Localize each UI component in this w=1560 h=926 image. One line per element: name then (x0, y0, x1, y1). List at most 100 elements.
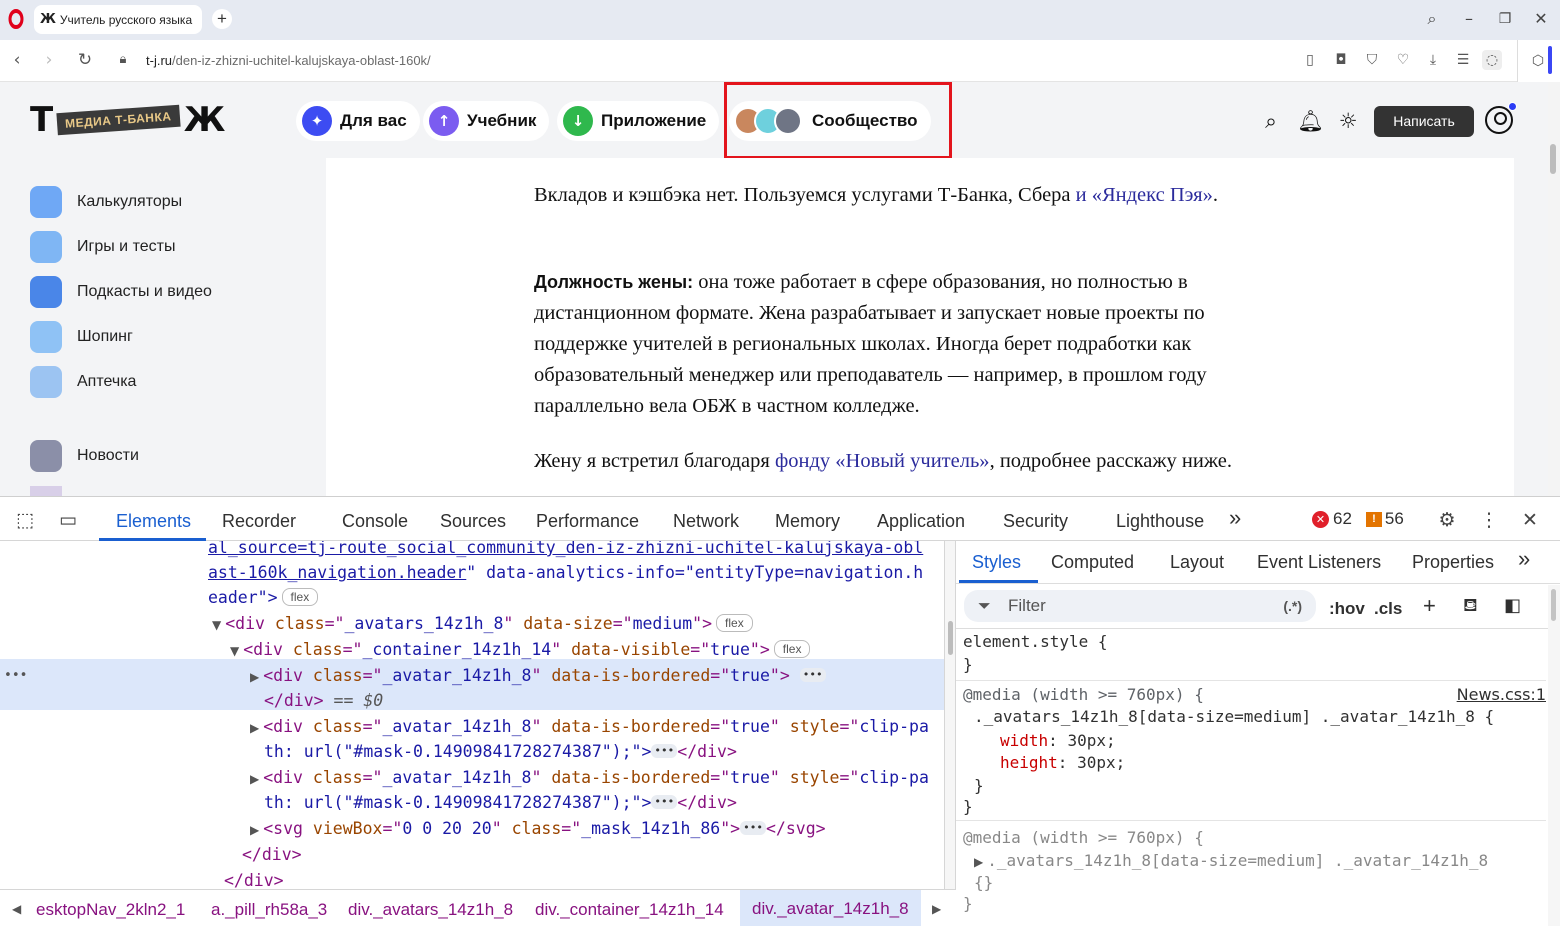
tab-styles[interactable]: Styles (972, 552, 1021, 573)
sidebar-toggle-icon[interactable]: ◧ (1504, 595, 1521, 616)
dom-line[interactable]: </div> == $0 (264, 688, 383, 713)
dom-line[interactable]: eader"> flex (208, 585, 319, 610)
tab-console[interactable]: Console (342, 511, 408, 532)
extensions-cube-icon[interactable]: ⬡ (1528, 51, 1548, 71)
tab-sources[interactable]: Sources (440, 511, 506, 532)
dom-line[interactable]: </div> (242, 842, 302, 867)
source-link[interactable]: News.css:1 (1457, 685, 1546, 704)
tab-performance[interactable]: Performance (536, 511, 639, 532)
paint-icon[interactable]: ⛾ (1463, 595, 1478, 619)
tab-computed[interactable]: Computed (1051, 552, 1134, 573)
new-teacher-fund-link[interactable]: фонду «Новый учитель» (775, 450, 990, 472)
issue-counts[interactable]: ✕ 62 ! 56 (1312, 509, 1404, 529)
dom-line-avatar-selected[interactable]: ▶ <div class="_avatar_14z1h_8" data-is-bo… (250, 663, 826, 688)
sidebar-item-calculators[interactable]: Калькуляторы (30, 186, 182, 218)
new-tab-button[interactable]: + (212, 9, 232, 29)
css-declaration[interactable]: height: 30px; (1000, 751, 1125, 774)
collapsed-dots[interactable]: ••• (651, 795, 678, 809)
flex-badge[interactable]: flex (716, 614, 753, 632)
crumb-left-arrow-icon[interactable]: ◀ (12, 902, 21, 916)
elements-scrollbar[interactable] (944, 541, 956, 889)
node-more-icon[interactable]: ••• (4, 663, 27, 688)
more-tabs-icon[interactable]: » (1518, 546, 1530, 572)
flex-badge[interactable]: flex (281, 588, 319, 606)
nav-pill-textbook[interactable]: ↑ Учебник (423, 101, 550, 141)
close-window-icon[interactable]: ✕ (1528, 7, 1554, 31)
scrollbar-thumb[interactable] (1550, 144, 1556, 174)
tab-network[interactable]: Network (673, 511, 739, 532)
tab-lighthouse[interactable]: Lighthouse (1116, 511, 1204, 532)
tab-layout[interactable]: Layout (1170, 552, 1224, 573)
nav-pill-for-you[interactable]: ✦ Для вас (296, 101, 420, 141)
collapsed-dots[interactable]: ••• (799, 668, 826, 682)
scrollbar-thumb[interactable] (948, 621, 953, 655)
back-icon[interactable]: ‹ (6, 49, 28, 71)
regex-toggle[interactable]: (.*) (1283, 590, 1302, 622)
search-icon[interactable]: ⌕ (1258, 108, 1284, 134)
attr-value-link[interactable]: al_source=tj-route_social_community_den-… (208, 541, 923, 557)
user-icon[interactable] (1485, 106, 1513, 134)
crumb-right-arrow-icon[interactable]: ▶ (932, 902, 941, 916)
download-icon[interactable]: ⤓ (1423, 50, 1443, 70)
crumb-item-selected[interactable]: div._avatar_14z1h_8 (740, 890, 921, 926)
yandex-pay-link[interactable]: и «Яндекс Пэя» (1076, 184, 1213, 206)
tab-elements[interactable]: Elements (116, 511, 191, 532)
opera-logo-icon[interactable] (8, 9, 24, 29)
dom-line[interactable]: ast-160k_navigation.header" data-analyti… (208, 560, 923, 585)
heart-icon[interactable]: ♡ (1393, 50, 1413, 70)
collapsed-dots[interactable]: ••• (740, 821, 766, 835)
sidebar-item-pharmacy[interactable]: Аптечка (30, 366, 136, 398)
tab-application[interactable]: Application (877, 511, 965, 532)
bell-icon[interactable]: 🔔︎ (1297, 108, 1324, 134)
settings-gear-icon[interactable]: ⚙ (1434, 507, 1460, 533)
crumb-item[interactable]: esktopNav_2kln2_1 (36, 900, 185, 920)
lock-icon[interactable]: 🔒︎ (112, 49, 134, 71)
attr-value-link[interactable]: ast-160k_navigation.header (208, 563, 466, 582)
minimize-icon[interactable]: – (1456, 7, 1482, 31)
scrollbar-thumb[interactable] (1551, 589, 1556, 621)
collapsed-dots[interactable]: ••• (651, 744, 678, 758)
dom-line-container[interactable]: ▼ <div class="_container_14z1h_14" data-v… (230, 637, 811, 662)
dom-line-avatar[interactable]: ▶ <div class="_avatar_14z1h_8" data-is-bo… (250, 765, 929, 790)
sidebar-item-games[interactable]: Игры и тесты (30, 231, 175, 263)
dom-line[interactable]: al_source=tj-route_social_community_den-… (208, 541, 923, 560)
sidebar-item-shopping[interactable]: Шопинг (30, 321, 133, 353)
sidebar-item-news[interactable]: Новости (30, 440, 139, 472)
css-declaration[interactable]: width: 30px; (1000, 729, 1116, 752)
tj-logo[interactable]: Т МЕДИА Т-БАНКА Ж (30, 103, 225, 137)
url-field[interactable]: t-j.ru/den-iz-zhizni-uchitel-kalujskaya-… (146, 53, 431, 68)
styles-filter-input[interactable]: ⏷ Filter (.*) (964, 590, 1316, 622)
styles-scrollbar[interactable] (1548, 585, 1560, 926)
tab-event-listeners[interactable]: Event Listeners (1257, 552, 1381, 573)
snapshot-icon[interactable]: ◘ (1331, 50, 1351, 70)
sidebar-item-podcasts[interactable]: Подкасты и видео (30, 276, 212, 308)
elements-tree[interactable]: ••• al_source=tj-route_social_community_… (0, 541, 944, 889)
flex-badge[interactable]: flex (773, 640, 811, 658)
close-devtools-icon[interactable]: ✕ (1517, 507, 1543, 533)
maximize-icon[interactable]: ❐ (1492, 7, 1518, 31)
write-button[interactable]: Написать (1374, 106, 1474, 137)
hov-toggle[interactable]: :hov (1329, 599, 1365, 619)
theme-sun-icon[interactable]: ☼ (1335, 108, 1361, 134)
browser-tab[interactable]: Ж Учитель русского языка (34, 5, 202, 34)
new-rule-plus-icon[interactable]: + (1423, 593, 1436, 619)
dom-line[interactable]: th: url("#mask-0.14909841728274387");"> •… (264, 790, 737, 815)
tab-security[interactable]: Security (1003, 511, 1068, 532)
dom-line-svg[interactable]: ▶ <svg viewBox="0 0 20 20" class="_mask_1… (250, 816, 826, 841)
kebab-menu-icon[interactable]: ⋮ (1476, 507, 1502, 533)
tab-memory[interactable]: Memory (775, 511, 840, 532)
reload-icon[interactable]: ↻ (74, 49, 96, 71)
reader-icon[interactable]: ▯ (1300, 50, 1320, 70)
crumb-item[interactable]: div._container_14z1h_14 (535, 900, 724, 920)
dom-line-avatar[interactable]: ▶ <div class="_avatar_14z1h_8" data-is-bo… (250, 714, 929, 739)
tab-recorder[interactable]: Recorder (222, 511, 296, 532)
dom-line[interactable]: </div> (224, 868, 284, 889)
profile-icon[interactable]: ◌ (1482, 50, 1502, 70)
crumb-item[interactable]: a._pill_rh58a_3 (211, 900, 327, 920)
inspect-element-icon[interactable]: ⬚ (12, 507, 38, 533)
dom-line[interactable]: th: url("#mask-0.14909841728274387");"> •… (264, 739, 737, 764)
dom-line-avatars[interactable]: ▼ <div class="_avatars_14z1h_8" data-size… (212, 611, 753, 636)
tab-properties[interactable]: Properties (1412, 552, 1494, 573)
cls-toggle[interactable]: .cls (1374, 599, 1402, 619)
device-toolbar-icon[interactable]: ▭ (55, 507, 81, 533)
